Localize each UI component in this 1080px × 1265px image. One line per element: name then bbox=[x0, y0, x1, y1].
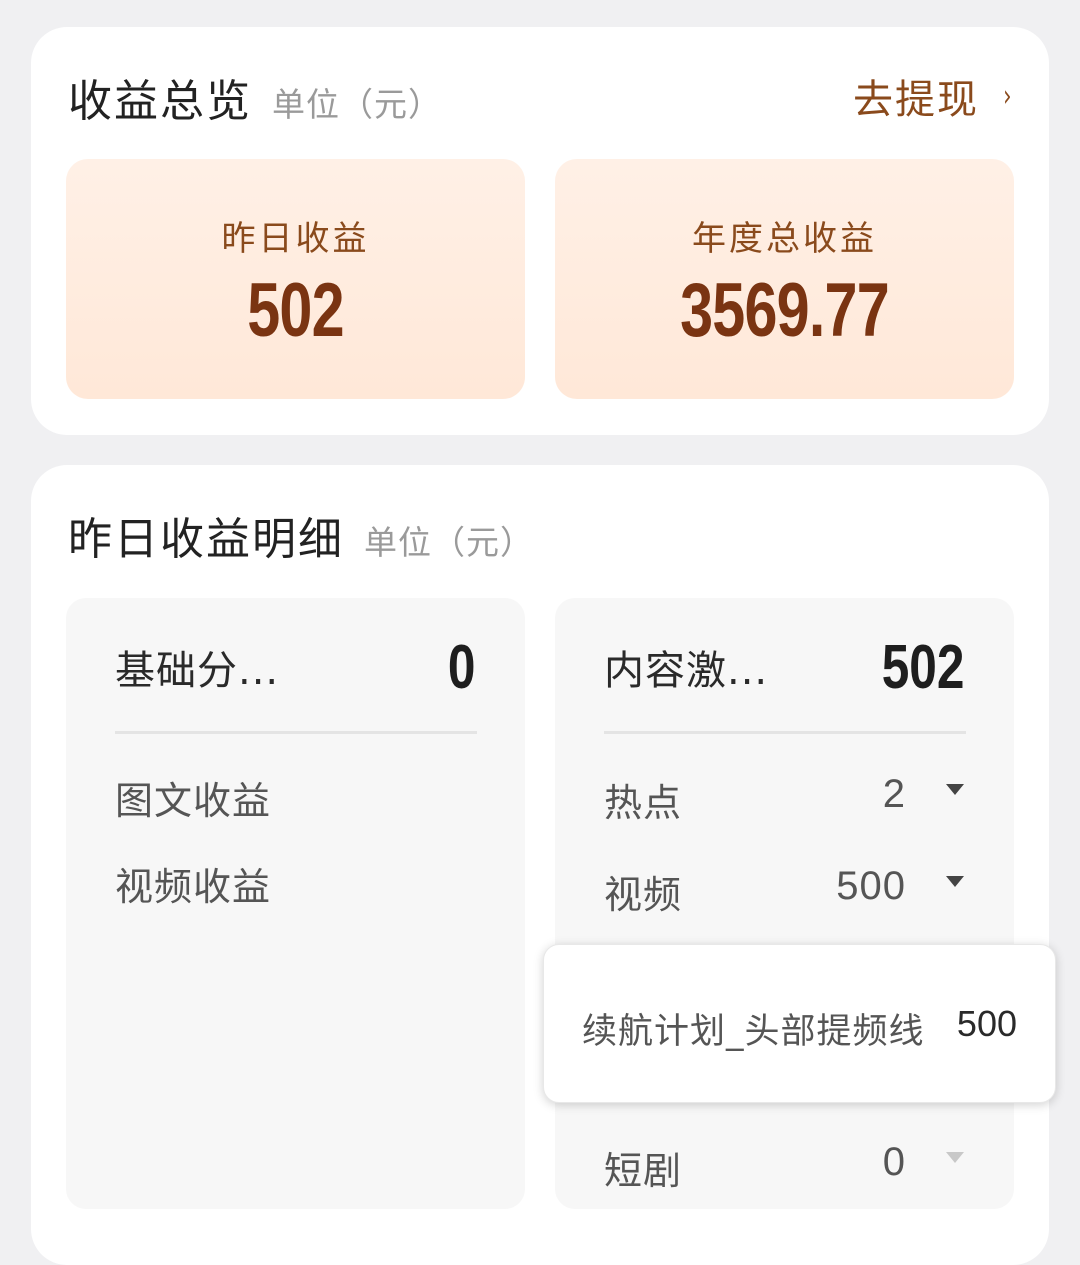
basic-income-value: 0 bbox=[447, 633, 475, 702]
video-breakdown-popup: 续航计划_头部提频线 500 bbox=[543, 944, 1056, 1103]
income-overview-card: 收益总览 单位（元） 去提现 › 昨日收益 502 年度总收益 3569.77 bbox=[31, 27, 1049, 435]
withdraw-button[interactable]: 去提现 › bbox=[853, 67, 1015, 125]
detail-unit: 单位（元） bbox=[364, 523, 534, 562]
list-item-video-income[interactable]: 视频收益 bbox=[115, 856, 475, 916]
list-item-value: 0 bbox=[882, 1140, 906, 1184]
list-item-hotspot[interactable]: 热点 2 bbox=[604, 772, 964, 832]
list-item-value: 500 bbox=[836, 864, 906, 908]
basic-income-label[interactable]: 基础分... bbox=[115, 638, 279, 696]
annual-income-box[interactable]: 年度总收益 3569.77 bbox=[555, 159, 1014, 399]
overview-unit: 单位（元） bbox=[272, 85, 442, 124]
list-item-video[interactable]: 视频 500 bbox=[604, 864, 964, 924]
popup-item-label: 续航计划_头部提频线 bbox=[582, 1012, 925, 1052]
list-item-value: 2 bbox=[882, 772, 906, 816]
popup-item-value: 500 bbox=[956, 1003, 1017, 1044]
caret-down-icon[interactable] bbox=[946, 784, 964, 795]
yesterday-detail-card: 昨日收益明细 单位（元） 基础分... 0 图文收益 视频收益 内容激... 5… bbox=[31, 465, 1049, 1265]
incentive-income-panel: 内容激... 502 热点 2 视频 500 短剧 0 bbox=[555, 598, 1014, 1209]
caret-down-icon[interactable] bbox=[946, 1152, 964, 1163]
list-item-label: 短剧 bbox=[604, 1149, 683, 1193]
list-item-label: 视频 bbox=[604, 873, 683, 917]
list-item-short-drama[interactable]: 短剧 0 bbox=[604, 1140, 964, 1200]
caret-down-icon[interactable] bbox=[946, 876, 964, 887]
detail-title: 昨日收益明细 单位（元） bbox=[68, 503, 534, 567]
chevron-right-icon: › bbox=[1003, 78, 1013, 114]
overview-title: 收益总览 单位（元） bbox=[68, 65, 442, 129]
overview-title-text: 收益总览 bbox=[68, 76, 252, 127]
list-item-article-income[interactable]: 图文收益 bbox=[115, 770, 475, 830]
list-item-label: 图文收益 bbox=[115, 779, 272, 823]
detail-title-text: 昨日收益明细 bbox=[68, 514, 344, 565]
yesterday-income-box[interactable]: 昨日收益 502 bbox=[66, 159, 525, 399]
incentive-income-label[interactable]: 内容激... bbox=[604, 638, 768, 696]
basic-income-panel: 基础分... 0 图文收益 视频收益 bbox=[66, 598, 525, 1209]
withdraw-label: 去提现 bbox=[853, 77, 979, 123]
list-item-label: 视频收益 bbox=[115, 865, 272, 909]
divider bbox=[115, 731, 477, 734]
annual-income-value: 3569.77 bbox=[680, 268, 890, 353]
list-item-label: 热点 bbox=[604, 781, 683, 825]
divider bbox=[604, 731, 966, 734]
yesterday-income-label: 昨日收益 bbox=[221, 219, 370, 259]
incentive-income-value: 502 bbox=[881, 633, 964, 702]
yesterday-income-value: 502 bbox=[247, 268, 344, 353]
annual-income-label: 年度总收益 bbox=[692, 219, 877, 259]
